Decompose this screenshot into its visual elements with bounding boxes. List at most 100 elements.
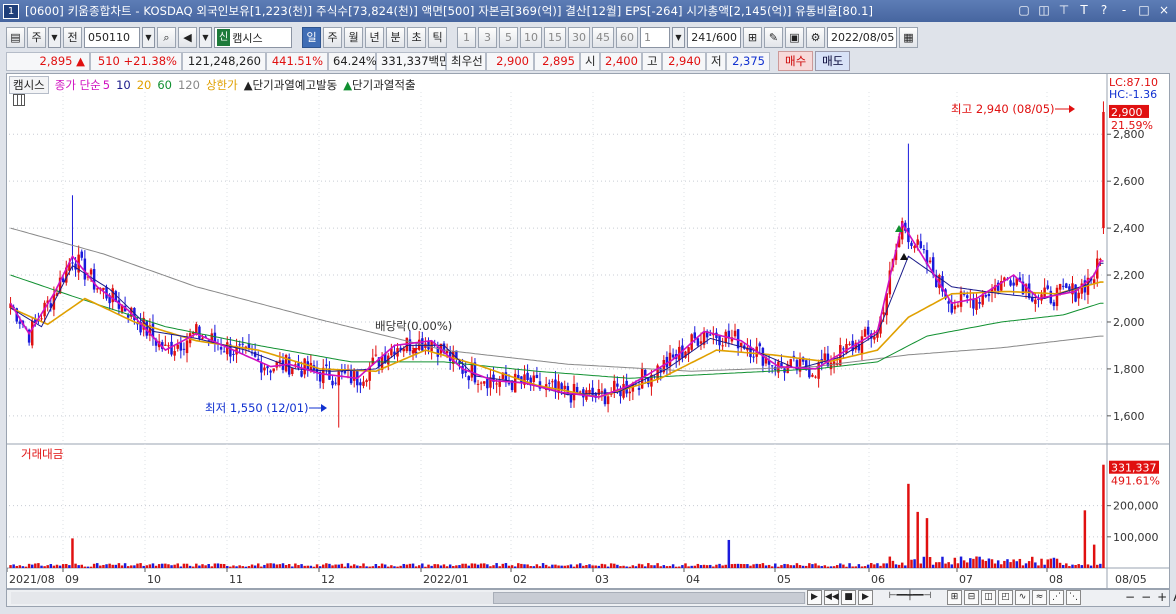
minute-15[interactable]: 15 [544, 27, 566, 48]
maximize-button[interactable]: □ [1136, 2, 1152, 18]
play-icon[interactable]: ▶ [858, 590, 873, 605]
next-icon[interactable]: ▶ [807, 590, 822, 605]
tile-icon[interactable]: ◫ [1036, 2, 1052, 18]
candle-body [922, 249, 926, 251]
minute-3[interactable]: 3 [478, 27, 497, 48]
minute-45[interactable]: 45 [592, 27, 614, 48]
volume-bar [882, 563, 885, 568]
stop-icon[interactable]: ■ [841, 590, 856, 605]
interval-year[interactable]: 년 [365, 27, 384, 48]
speed-slider[interactable]: ⊢━━┿━━⊣ [875, 590, 945, 605]
range-input[interactable]: 241/600 [687, 27, 741, 48]
volume-bar [578, 563, 582, 568]
font-icon[interactable]: T [1076, 2, 1092, 18]
time-tick-label: 05 [777, 573, 791, 586]
interval-month[interactable]: 월 [344, 27, 363, 48]
volume-bar [907, 483, 910, 568]
volume-bar [356, 565, 359, 568]
volume-bar [1015, 561, 1019, 568]
candle-body [278, 360, 282, 363]
stock-name-field[interactable]: 신 캠시스 [214, 27, 292, 48]
chart-panel[interactable]: 1,600 1,800 2,000 2,200 2,400 2,600 2,800 100,0… [6, 73, 1170, 589]
pin-icon[interactable]: ⊤ [1056, 2, 1072, 18]
candle-body [863, 329, 867, 337]
period-type-button[interactable]: 주 [27, 27, 46, 48]
legend-stock-name[interactable]: 캠시스 [9, 76, 49, 94]
interval-tick[interactable]: 틱 [428, 27, 447, 48]
minute-30[interactable]: 30 [568, 27, 590, 48]
candle-body [588, 389, 591, 394]
drawing-tool-icon[interactable]: ⊞ [947, 590, 962, 605]
interval-second[interactable]: 초 [407, 27, 426, 48]
link-icon[interactable]: ▢ [1016, 2, 1032, 18]
chevron-down-icon[interactable]: ▼ [199, 27, 212, 48]
drawing-tool-icon[interactable]: ◰ [998, 590, 1013, 605]
interval-week[interactable]: 주 [323, 27, 342, 48]
candle-body [733, 330, 737, 337]
all-button[interactable]: 전 [63, 27, 82, 48]
range-value: 241 [691, 31, 713, 44]
chevron-down-icon[interactable]: ▼ [142, 27, 155, 48]
close-button[interactable]: × [1156, 2, 1172, 18]
volume-bar [1043, 564, 1046, 568]
code-input[interactable]: 050110 [84, 27, 140, 48]
grid-toggle-icon[interactable] [13, 94, 25, 106]
volume-bar [306, 565, 310, 568]
scroll-thumb[interactable] [493, 592, 805, 604]
volume-bar [343, 566, 347, 568]
volume-bar [606, 566, 610, 568]
minute-1[interactable]: 1 [457, 27, 476, 48]
drawing-tool-icon[interactable]: ⋱ [1066, 590, 1081, 605]
calendar-icon[interactable]: ▦ [899, 27, 918, 48]
volume-bar [198, 565, 201, 568]
scroll-dash-icon[interactable]: − [1141, 590, 1151, 604]
gear-icon[interactable]: ⚙ [806, 27, 825, 48]
minute-5[interactable]: 5 [499, 27, 518, 48]
turnover: 64.24% [328, 51, 377, 71]
count-input[interactable]: 1 [640, 27, 670, 48]
sell-button[interactable]: 매도 [815, 51, 851, 71]
candle-body [483, 381, 486, 384]
search-icon[interactable]: ⌕ [157, 27, 176, 48]
drawing-tool-icon[interactable]: ◫ [981, 590, 996, 605]
buy-button[interactable]: 매수 [778, 51, 814, 71]
zoom-in-icon[interactable]: + [1157, 590, 1167, 604]
zoom-out-icon[interactable]: − [1125, 590, 1135, 604]
chevron-down-icon[interactable]: ▼ [48, 27, 61, 48]
volume-bar [928, 557, 932, 568]
drawing-tool-icon[interactable]: ≈ [1032, 590, 1047, 605]
chevron-down-icon[interactable]: ▼ [672, 27, 685, 48]
volume-bar [953, 557, 957, 568]
tool-icon[interactable]: ✎ [764, 27, 783, 48]
interval-day[interactable]: 일 [302, 27, 321, 48]
minimize-button[interactable]: - [1116, 2, 1132, 18]
volume-bar [770, 566, 774, 568]
drawing-tool-icon[interactable]: ⊟ [964, 590, 979, 605]
scroll-track[interactable] [11, 592, 806, 604]
volume-bar [687, 566, 690, 568]
volume-bar [600, 563, 604, 568]
drawing-tool-icon[interactable]: ∿ [1015, 590, 1030, 605]
candle-body [362, 381, 365, 386]
save-icon[interactable]: ▣ [785, 27, 804, 48]
price-tick-label: 2,200 [1113, 269, 1145, 282]
candle-body [167, 345, 170, 347]
minute-60[interactable]: 60 [616, 27, 638, 48]
time-tick-label: 08/05 [1115, 573, 1147, 586]
volume-bar [414, 566, 418, 568]
volume-bar [294, 563, 297, 568]
date-input[interactable]: 2022/08/05 [827, 27, 897, 48]
adjust-icon[interactable]: ⊞ [743, 27, 762, 48]
help-icon[interactable]: ? [1096, 2, 1112, 18]
volume-bar [972, 558, 975, 568]
price-chart[interactable]: 1,6001,8002,0002,2002,4002,6002,800100,0… [7, 74, 1169, 588]
interval-minute[interactable]: 분 [386, 27, 405, 48]
speaker-icon[interactable]: ◀ [178, 27, 197, 48]
drawing-tool-icon[interactable]: ⋰ [1049, 590, 1064, 605]
minute-10[interactable]: 10 [520, 27, 542, 48]
candle-body [256, 358, 260, 360]
layout-icon[interactable]: ▤ [6, 27, 25, 48]
candle-body [1052, 302, 1056, 307]
rewind-icon[interactable]: ◀◀ [824, 590, 839, 605]
candle-body [910, 242, 913, 246]
